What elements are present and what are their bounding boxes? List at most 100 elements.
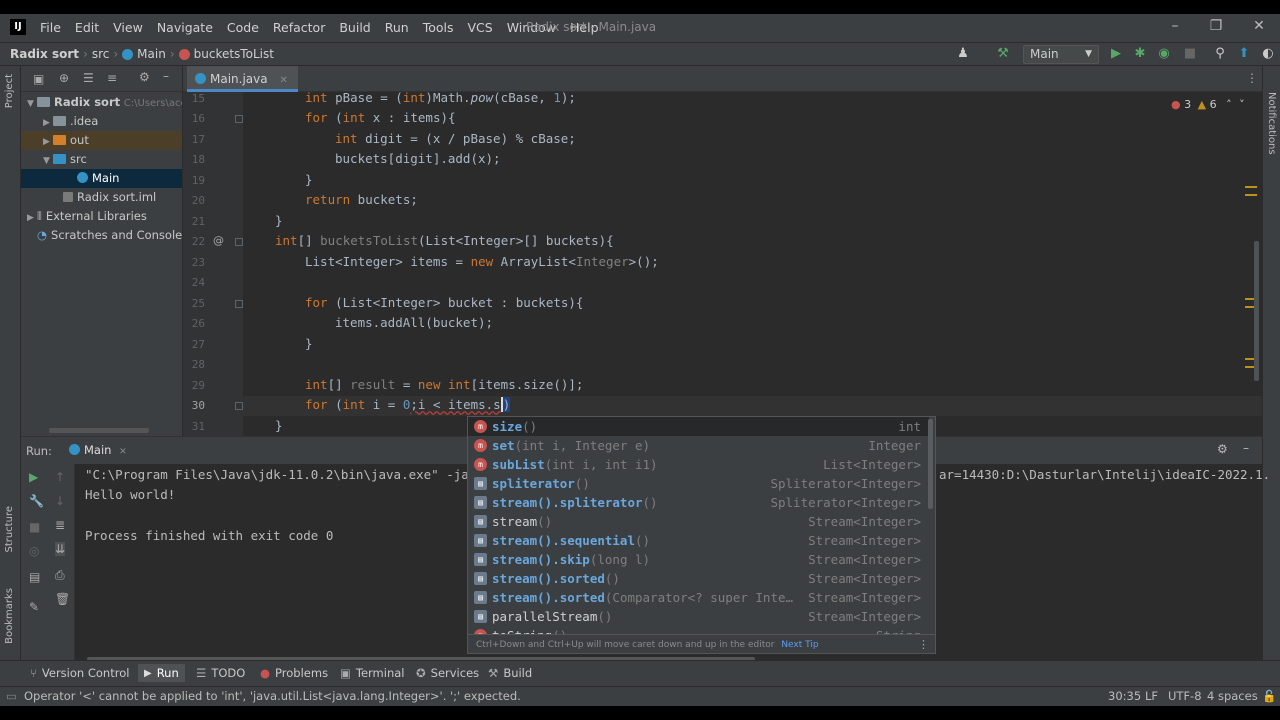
build-hammer-icon[interactable]: ⚒ (995, 46, 1011, 62)
close-tab-icon[interactable]: ✕ (279, 75, 287, 86)
code-line[interactable]: } (305, 172, 313, 187)
completion-item[interactable]: ▤ stream().spliterator() Spliterator<Integ… (468, 493, 929, 512)
code-completion-popup[interactable]: m size() int m set(int i, Integer e) Integer… (467, 416, 936, 654)
code-line[interactable]: items.addAll(bucket); (335, 315, 493, 330)
breadcrumb-src[interactable]: src (92, 47, 110, 61)
menu-code[interactable]: Code (227, 20, 259, 35)
gear-icon[interactable]: ⚙ (139, 70, 150, 84)
code-line[interactable]: int[] bucketsToList(List<Integer>[] buck… (275, 233, 614, 248)
code-editor[interactable]: Main.java ✕ ⋮ ● 3 ▲ 6 ˄ ˅ 15 16 17 18 19… (183, 66, 1262, 436)
trash-icon[interactable]: 🗑 (55, 592, 70, 606)
tree-item-main[interactable]: Main (21, 169, 182, 188)
next-tip-link[interactable]: Next Tip (781, 640, 818, 650)
indent-setting[interactable]: 4 spaces (1207, 689, 1258, 703)
completion-item[interactable]: ▤ stream() Stream<Integer> (468, 512, 929, 531)
inspection-widget[interactable]: ● 3 ▲ 6 ˄ ˅ (1171, 98, 1245, 111)
project-tool-label[interactable]: Project (4, 74, 15, 108)
gear-icon[interactable]: ⚙ (1217, 442, 1228, 456)
down-icon[interactable]: ↓ (55, 494, 65, 508)
coverage-icon[interactable]: ◉ (1156, 46, 1172, 62)
tab-run-main[interactable]: Main ✕ (69, 443, 127, 457)
tab-services[interactable]: ✪ Services (416, 666, 479, 680)
completion-item[interactable]: ▤ stream().sequential() Stream<Integer> (468, 531, 929, 550)
notifications-tool-label[interactable]: Notifications (1266, 92, 1277, 155)
status-toggle-icon[interactable]: ▭ (6, 689, 17, 703)
breadcrumb-class[interactable]: Main (137, 47, 166, 61)
restore-icon[interactable]: ❐ (1206, 18, 1226, 36)
close-icon[interactable]: ✕ (1249, 18, 1269, 36)
layout-icon[interactable]: ▣ (33, 72, 44, 86)
tree-item-external-libraries[interactable]: ▶ ⫴ External Libraries (21, 207, 182, 226)
locate-icon[interactable]: ⊕ (59, 71, 69, 85)
tab-run[interactable]: ▶ Run (138, 664, 185, 682)
collapse-all-icon[interactable]: ≡ (107, 71, 117, 85)
bookmarks-tool-label[interactable]: Bookmarks (4, 588, 15, 644)
fold-marker-icon[interactable] (235, 115, 243, 123)
run-config-select[interactable]: Main ▼ (1023, 45, 1099, 64)
menu-build[interactable]: Build (339, 20, 370, 35)
stop-icon[interactable]: ■ (29, 520, 40, 534)
up-icon[interactable]: ↑ (55, 470, 65, 484)
code-line[interactable]: for (int x : items){ (305, 110, 456, 125)
minimize-icon[interactable]: – (1165, 18, 1185, 36)
completion-scrollbar[interactable] (928, 419, 933, 509)
tree-item-out[interactable]: ▶ out (21, 131, 182, 150)
menu-file[interactable]: File (40, 20, 61, 35)
code-line-current[interactable]: for (int i = 0;i < items.s) (305, 397, 511, 412)
tree-item-idea[interactable]: ▶ .idea (21, 112, 182, 131)
search-icon[interactable]: ⚲ (1212, 46, 1228, 62)
wrench-icon[interactable]: 🔧 (29, 494, 44, 508)
scroll-to-end-icon[interactable]: ⇊ (55, 542, 66, 556)
debug-icon[interactable]: ✱ (1132, 46, 1148, 62)
stop-icon[interactable]: ■ (1182, 46, 1198, 62)
hide-icon[interactable]: – (1243, 441, 1249, 455)
tree-item-src[interactable]: ▼ src (21, 150, 182, 169)
lock-icon[interactable]: 🔓 (1262, 689, 1276, 703)
code-line[interactable]: int pBase = (int)Math.pow(cBase, 1); (305, 90, 576, 105)
tree-item-project[interactable]: ▼ Radix sort C:\Users\ace (21, 93, 182, 112)
code-line[interactable]: buckets[digit].add(x); (335, 151, 501, 166)
more-options-icon[interactable]: ⋮ (918, 638, 929, 651)
menu-navigate[interactable]: Navigate (157, 20, 213, 35)
code-line[interactable]: return buckets; (305, 192, 418, 207)
completion-item[interactable]: mtoString()String (468, 626, 929, 634)
completion-item[interactable]: ▤ stream().skip(long l) Stream<Integer> (468, 550, 929, 569)
close-tab-icon[interactable]: ✕ (119, 447, 127, 457)
user-icon[interactable]: ♟ (955, 46, 971, 62)
breadcrumb-method[interactable]: bucketsToList (194, 47, 274, 61)
menu-refactor[interactable]: Refactor (273, 20, 325, 35)
more-tabs-icon[interactable]: ⋮ (1246, 71, 1258, 85)
rerun-icon[interactable]: ▶ (29, 470, 38, 484)
line-separator[interactable]: LF (1145, 689, 1158, 703)
camera-icon[interactable]: ◎ (29, 544, 39, 558)
tab-version-control[interactable]: ⑂ Version Control (30, 666, 129, 680)
completion-item[interactable]: m subList(int i, int i1) List<Integer> (468, 455, 929, 474)
breadcrumb-project[interactable]: Radix sort (10, 47, 79, 61)
tab-build[interactable]: ⚒ Build (488, 666, 532, 680)
settings-icon[interactable]: ◐ (1260, 46, 1276, 62)
code-line[interactable]: List<Integer> items = new ArrayList<Inte… (305, 254, 659, 269)
menu-tools[interactable]: Tools (423, 20, 454, 35)
completion-item[interactable]: ▤ parallelStream() Stream<Integer> (468, 607, 929, 626)
tree-item-scratches[interactable]: ◔ Scratches and Consoles (21, 226, 182, 245)
code-line[interactable]: } (275, 418, 283, 433)
fold-marker-icon[interactable] (235, 300, 243, 308)
tab-problems[interactable]: ● Problems (260, 666, 328, 680)
code-line[interactable]: } (305, 336, 313, 351)
completion-item[interactable]: ▤ spliterator() Spliterator<Integer> (468, 474, 929, 493)
fold-marker-icon[interactable] (235, 402, 243, 410)
structure-tool-label[interactable]: Structure (4, 506, 15, 553)
menu-edit[interactable]: Edit (75, 20, 99, 35)
tab-main-java[interactable]: Main.java ✕ (187, 66, 298, 92)
menu-vcs[interactable]: VCS (468, 20, 493, 35)
warning-stripe-mark[interactable] (1245, 194, 1257, 196)
horizontal-scrollbar[interactable] (49, 428, 149, 433)
chevron-up-icon[interactable]: ˄ (1226, 98, 1232, 111)
menu-run[interactable]: Run (385, 20, 409, 35)
file-encoding[interactable]: UTF-8 (1168, 689, 1202, 703)
code-line[interactable]: int[] result = new int[items.size()]; (305, 377, 583, 392)
hide-icon[interactable]: – (163, 69, 169, 83)
pin-icon[interactable]: ✎ (29, 600, 39, 614)
menu-view[interactable]: View (113, 20, 143, 35)
tab-terminal[interactable]: ▣ Terminal (340, 666, 404, 680)
